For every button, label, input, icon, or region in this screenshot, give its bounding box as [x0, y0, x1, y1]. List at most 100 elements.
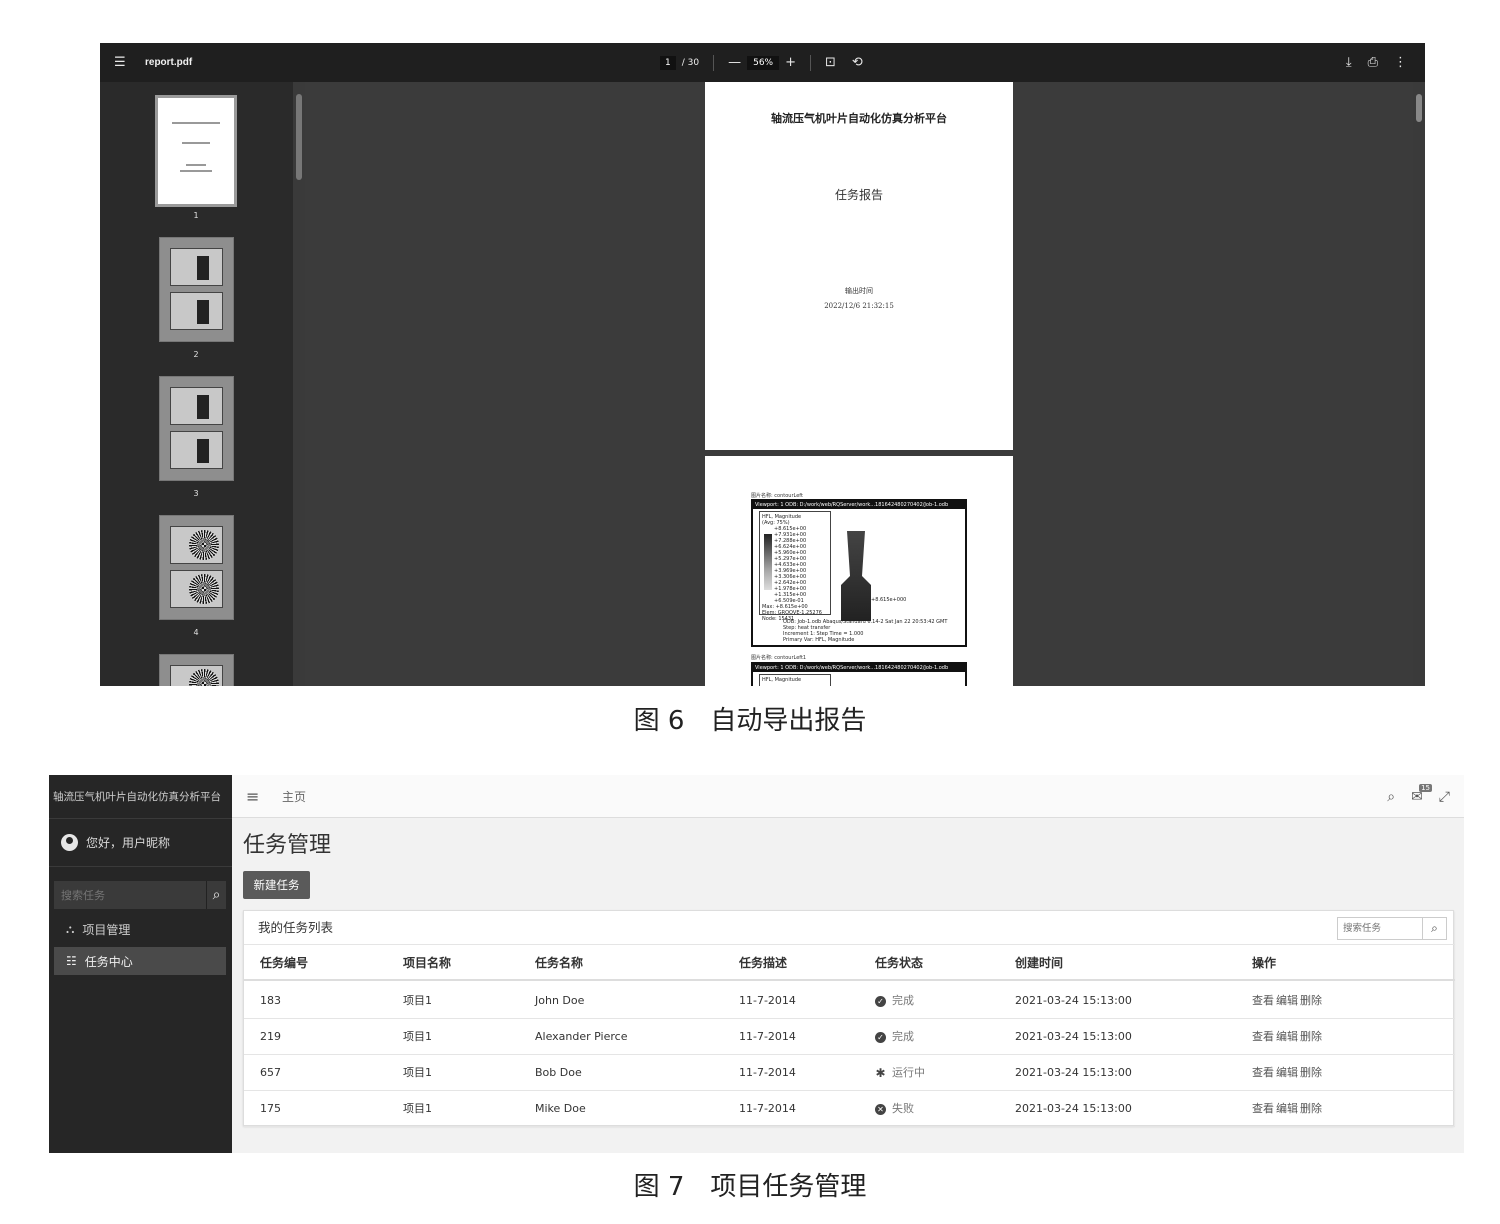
thumbnail-page-1[interactable]	[155, 95, 237, 207]
column-header[interactable]: 任务描述	[739, 945, 787, 981]
edit-button[interactable]: 编辑	[1276, 1030, 1298, 1043]
figure-6-caption: 图 6 自动导出报告	[633, 706, 867, 736]
task-status: ✱ 运行中	[875, 1065, 925, 1080]
zoom-level-input[interactable]: 56%	[747, 55, 780, 70]
created-time: 2021-03-24 15:13:00	[1015, 1030, 1132, 1043]
thumbnail-page-3[interactable]	[159, 376, 234, 481]
contour-image: Viewport: 1 ODB: D:/work/web/RQServer/wo…	[751, 499, 967, 647]
created-time: 2021-03-24 15:13:00	[1015, 1102, 1132, 1115]
list-icon: ☷	[66, 954, 77, 968]
created-time: 2021-03-24 15:13:00	[1015, 1066, 1132, 1079]
toolbar-divider	[810, 54, 812, 71]
image-caption: 图片名称: contourLeft1	[751, 655, 807, 661]
column-header[interactable]: 任务编号	[260, 945, 308, 981]
menu-toggle-icon[interactable]: ≡	[246, 775, 259, 818]
page-total: / 30	[681, 57, 700, 68]
new-task-button[interactable]: 新建任务	[243, 871, 310, 899]
fullscreen-icon[interactable]: ⤢	[1439, 789, 1450, 805]
viewport-header: Viewport: 1 ODB: D:/work/web/RQServer/wo…	[753, 501, 965, 509]
delete-button[interactable]: 删除	[1300, 1066, 1322, 1079]
view-button[interactable]: 查看	[1252, 1102, 1274, 1115]
home-link[interactable]: 主页	[282, 775, 306, 818]
card-title: 我的任务列表	[258, 920, 334, 935]
column-header[interactable]: 创建时间	[1015, 945, 1063, 981]
sidebar-item-project-management[interactable]: ⛬ 项目管理	[54, 915, 226, 943]
zoom-in-button[interactable]: +	[785, 55, 796, 70]
edit-button[interactable]: 编辑	[1276, 1102, 1298, 1115]
contour-legend: HFL, Magnitude (Avg: 75%) +8.615e+00 +7.…	[759, 511, 831, 622]
view-button[interactable]: 查看	[1252, 994, 1274, 1007]
report-title: 轴流压气机叶片自动化仿真分析平台	[771, 112, 947, 125]
delete-button[interactable]: 删除	[1300, 1030, 1322, 1043]
thumbnail-sidebar: 1 2 3 4	[100, 82, 293, 686]
column-header[interactable]: 任务状态	[875, 945, 923, 981]
user-greeting: 您好，用户昵称	[86, 836, 171, 850]
pdf-page-2: 图片名称: contourLeft Viewport: 1 ODB: D:/wo…	[705, 456, 1013, 686]
edit-button[interactable]: 编辑	[1276, 994, 1298, 1007]
rotate-icon[interactable]: ⟲	[852, 55, 863, 70]
pdf-page-controls: 1 / 30 — 56% + ⊡ ⟲	[660, 43, 863, 82]
thumbnail-page-4[interactable]	[159, 515, 234, 620]
main-scrollbar[interactable]	[1413, 82, 1425, 686]
task-name: Alexander Pierce	[535, 1030, 628, 1043]
task-id: 175	[260, 1102, 281, 1115]
print-icon[interactable]: ⎙	[1368, 55, 1378, 70]
task-id: 219	[260, 1030, 281, 1043]
hamburger-menu-icon: ☰	[114, 55, 126, 70]
check-circle-icon: ✓	[875, 1031, 886, 1043]
pdf-menu-button[interactable]: ☰	[114, 43, 126, 82]
sidebar-scrollbar[interactable]	[293, 82, 305, 686]
user-avatar-icon	[61, 834, 78, 851]
view-button[interactable]: 查看	[1252, 1066, 1274, 1079]
task-id: 183	[260, 994, 281, 1007]
card-header: 我的任务列表 ⌕	[244, 911, 1455, 945]
task-desc: 11-7-2014	[739, 1030, 796, 1043]
search-icon[interactable]: ⌕	[1387, 789, 1395, 805]
delete-button[interactable]: 删除	[1300, 1102, 1322, 1115]
table-row: 657 项目1 Bob Doe 11-7-2014 ✱ 运行中 2021-03-2…	[244, 1055, 1455, 1091]
pdf-page-1: 轴流压气机叶片自动化仿真分析平台 任务报告 输出时间 2022/12/6 21:…	[705, 82, 1013, 450]
page-number-input[interactable]: 1	[660, 55, 676, 70]
task-name: Mike Doe	[535, 1102, 586, 1115]
sitemap-icon: ⛬	[66, 921, 75, 936]
toolbar-divider	[713, 54, 715, 71]
contour-legend: HFL, Magnitude	[759, 674, 831, 686]
view-button[interactable]: 查看	[1252, 1030, 1274, 1043]
task-id: 657	[260, 1066, 281, 1079]
task-status: ✕ 失败	[875, 1091, 914, 1127]
top-navbar: ≡ 主页 ⌕ ✉ 15 ⤢	[232, 775, 1464, 818]
column-header[interactable]: 项目名称	[403, 945, 451, 981]
task-status: ✓ 完成	[875, 983, 914, 1019]
blade-model	[841, 531, 871, 621]
messages-icon[interactable]: ✉ 15	[1411, 783, 1432, 805]
sidebar-item-task-center[interactable]: ☷ 任务中心	[54, 947, 226, 975]
column-header[interactable]: 任务名称	[535, 945, 583, 981]
fit-page-icon[interactable]: ⊡	[825, 55, 836, 70]
delete-button[interactable]: 删除	[1300, 994, 1322, 1007]
row-actions: 查看 编辑 删除	[1252, 1055, 1324, 1091]
search-icon[interactable]: ⌕	[1422, 918, 1446, 939]
thumbnail-page-5[interactable]	[159, 654, 234, 686]
brand-title[interactable]: 轴流压气机叶片自动化仿真分析平台	[49, 775, 232, 819]
column-header[interactable]: 操作	[1252, 945, 1276, 981]
edit-button[interactable]: 编辑	[1276, 1066, 1298, 1079]
topbar-actions: ⌕ ✉ 15 ⤢	[1387, 775, 1450, 818]
figure-7-caption: 图 7 项目任务管理	[633, 1172, 867, 1202]
task-desc: 11-7-2014	[739, 1066, 796, 1079]
zoom-out-button[interactable]: —	[728, 55, 741, 70]
more-vert-icon[interactable]: ⋮	[1394, 55, 1407, 70]
thumbnail-number: 3	[193, 489, 199, 498]
table-header-row: 任务编号 项目名称 任务名称 任务描述 任务状态 创建时间 操作	[244, 945, 1455, 981]
sidebar-search-input[interactable]	[54, 881, 206, 909]
table-search-input[interactable]	[1338, 918, 1422, 939]
thumbnail-page-2[interactable]	[159, 237, 234, 342]
download-icon[interactable]: ⤓	[1346, 55, 1352, 70]
task-management-app: 轴流压气机叶片自动化仿真分析平台 您好，用户昵称 ⌕ ⛬ 项目管理 ☷ 任务中心…	[49, 775, 1464, 1153]
thumbnail-number: 2	[193, 350, 199, 359]
sidebar-search: ⌕	[54, 881, 226, 909]
project-name: 项目1	[403, 1030, 432, 1043]
sidebar-item-label: 项目管理	[82, 922, 131, 937]
x-circle-icon: ✕	[875, 1103, 886, 1115]
odb-info: ODB: Job-1.odb Abaqus/Standard 6.14-2 Sa…	[783, 619, 948, 643]
search-icon[interactable]: ⌕	[206, 881, 226, 909]
